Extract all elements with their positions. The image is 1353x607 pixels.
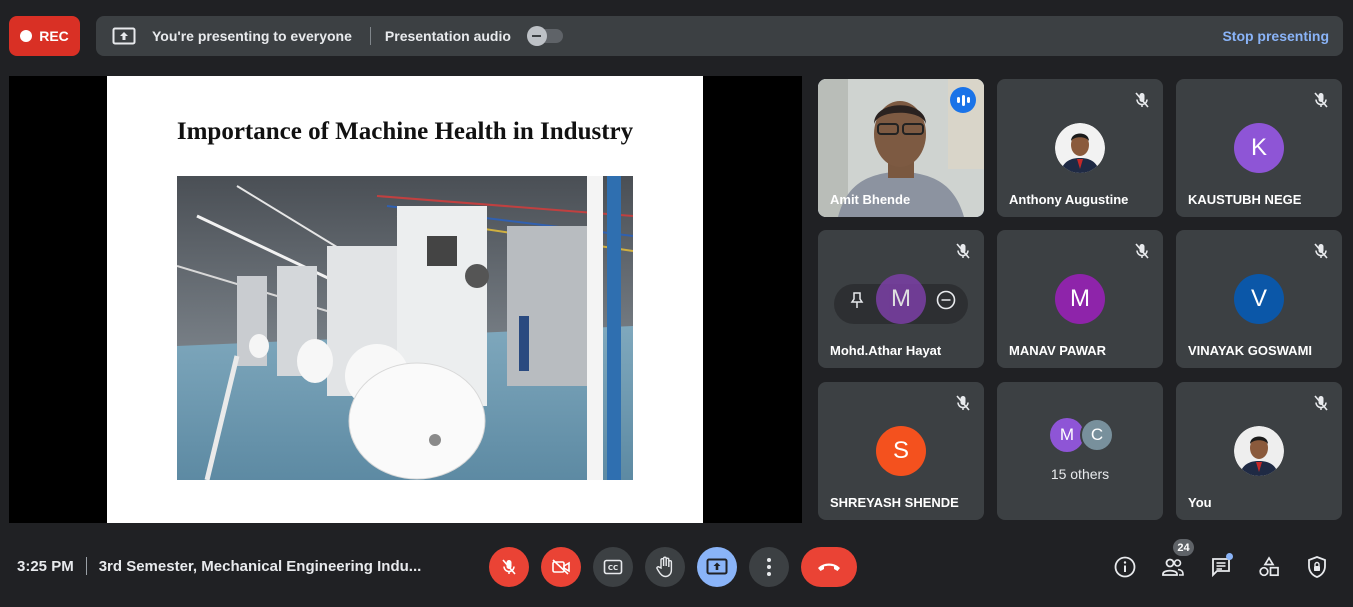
host-controls-button[interactable] bbox=[1304, 554, 1330, 580]
others-tile[interactable]: M C 15 others bbox=[997, 382, 1163, 520]
presenting-text: You're presenting to everyone bbox=[152, 28, 352, 44]
participant-name: VINAYAK GOSWAMI bbox=[1188, 343, 1313, 358]
avatar: V bbox=[1234, 274, 1284, 324]
participant-name: Mohd.Athar Hayat bbox=[830, 343, 942, 358]
mic-off-icon bbox=[1314, 92, 1328, 108]
avatar bbox=[1055, 123, 1105, 173]
stop-presenting-button[interactable]: Stop presenting bbox=[1222, 28, 1329, 44]
people-button[interactable] bbox=[1160, 554, 1186, 580]
more-options-button[interactable] bbox=[749, 547, 789, 587]
avatar: M bbox=[1050, 418, 1084, 452]
avatar: K bbox=[1234, 123, 1284, 173]
participant-tile[interactable]: Anthony Augustine bbox=[997, 79, 1163, 217]
chat-notification-dot bbox=[1226, 553, 1233, 560]
toggle-knob bbox=[526, 26, 547, 46]
meeting-title: 3rd Semester, Mechanical Engineering Ind… bbox=[98, 557, 422, 575]
present-screen-icon bbox=[706, 558, 728, 575]
camera-toggle-button[interactable] bbox=[541, 547, 581, 587]
info-icon bbox=[1114, 556, 1136, 578]
participant-tile[interactable]: M MANAV PAWAR bbox=[997, 230, 1163, 368]
avatar: M bbox=[876, 274, 926, 324]
leave-call-button[interactable] bbox=[801, 547, 857, 587]
slide-title: Importance of Machine Health in Industry bbox=[176, 118, 634, 145]
avatar: C bbox=[1080, 418, 1114, 452]
divider bbox=[369, 27, 371, 45]
participant-name: KAUSTUBH NEGE bbox=[1188, 192, 1302, 207]
mic-off-icon bbox=[1314, 395, 1328, 411]
pin-icon[interactable] bbox=[849, 291, 865, 309]
meeting-details-button[interactable] bbox=[1112, 554, 1138, 580]
others-label: 15 others bbox=[1050, 466, 1110, 482]
mic-off-icon bbox=[1135, 243, 1149, 259]
participant-name: Anthony Augustine bbox=[1009, 192, 1129, 207]
clock: 3:25 PM bbox=[17, 557, 74, 575]
slide: Importance of Machine Health in Industry bbox=[107, 76, 703, 523]
hand-icon bbox=[656, 556, 673, 578]
participant-tile[interactable]: You bbox=[1176, 382, 1342, 520]
raise-hand-button[interactable] bbox=[645, 547, 685, 587]
meeting-info: 3:25 PM 3rd Semester, Mechanical Enginee… bbox=[17, 557, 421, 575]
mic-off-icon bbox=[1135, 92, 1149, 108]
mic-toggle-button[interactable] bbox=[489, 547, 529, 587]
participant-name: You bbox=[1188, 495, 1212, 510]
activities-button[interactable] bbox=[1256, 554, 1282, 580]
record-dot-icon bbox=[20, 30, 33, 42]
shield-lock-icon bbox=[1308, 556, 1326, 578]
participant-tile[interactable]: M Mohd.Athar Hayat bbox=[818, 230, 984, 368]
presentation-stage: Importance of Machine Health in Industry bbox=[9, 76, 802, 523]
avatar: S bbox=[876, 426, 926, 476]
mic-off-icon bbox=[1314, 243, 1328, 259]
avatar: M bbox=[1055, 274, 1105, 324]
activities-icon bbox=[1259, 556, 1279, 577]
speaking-indicator-icon bbox=[950, 87, 976, 113]
participant-tile[interactable]: K KAUSTUBH NEGE bbox=[1176, 79, 1342, 217]
factory-machine-photo bbox=[177, 176, 633, 480]
people-icon bbox=[1162, 558, 1184, 576]
participant-tile[interactable]: S SHREYASH SHENDE bbox=[818, 382, 984, 520]
recording-indicator[interactable]: REC bbox=[9, 16, 80, 56]
present-now-button[interactable] bbox=[697, 547, 737, 587]
presenting-bar: You're presenting to everyone Presentati… bbox=[96, 16, 1343, 56]
hang-up-icon bbox=[818, 563, 840, 571]
camera-off-icon bbox=[552, 559, 570, 575]
participant-name: SHREYASH SHENDE bbox=[830, 495, 959, 510]
rec-label: REC bbox=[39, 28, 69, 44]
divider bbox=[85, 557, 87, 575]
participant-name: Amit Bhende bbox=[830, 192, 911, 207]
participant-name: MANAV PAWAR bbox=[1009, 343, 1107, 358]
present-screen-icon bbox=[112, 26, 136, 46]
captions-button[interactable]: CC bbox=[593, 547, 633, 587]
captions-icon: CC bbox=[603, 559, 623, 575]
participant-tile[interactable]: Amit Bhende bbox=[818, 79, 984, 217]
avatar bbox=[1234, 426, 1284, 476]
more-vert-icon bbox=[767, 558, 771, 576]
presentation-audio-toggle[interactable] bbox=[526, 26, 563, 46]
mic-off-icon bbox=[956, 243, 970, 259]
mic-off-icon bbox=[502, 559, 516, 575]
presentation-audio-label: Presentation audio bbox=[384, 28, 511, 44]
remove-icon[interactable] bbox=[936, 290, 956, 310]
svg-text:CC: CC bbox=[608, 564, 618, 572]
participant-tile[interactable]: V VINAYAK GOSWAMI bbox=[1176, 230, 1342, 368]
mic-off-icon bbox=[956, 395, 970, 411]
